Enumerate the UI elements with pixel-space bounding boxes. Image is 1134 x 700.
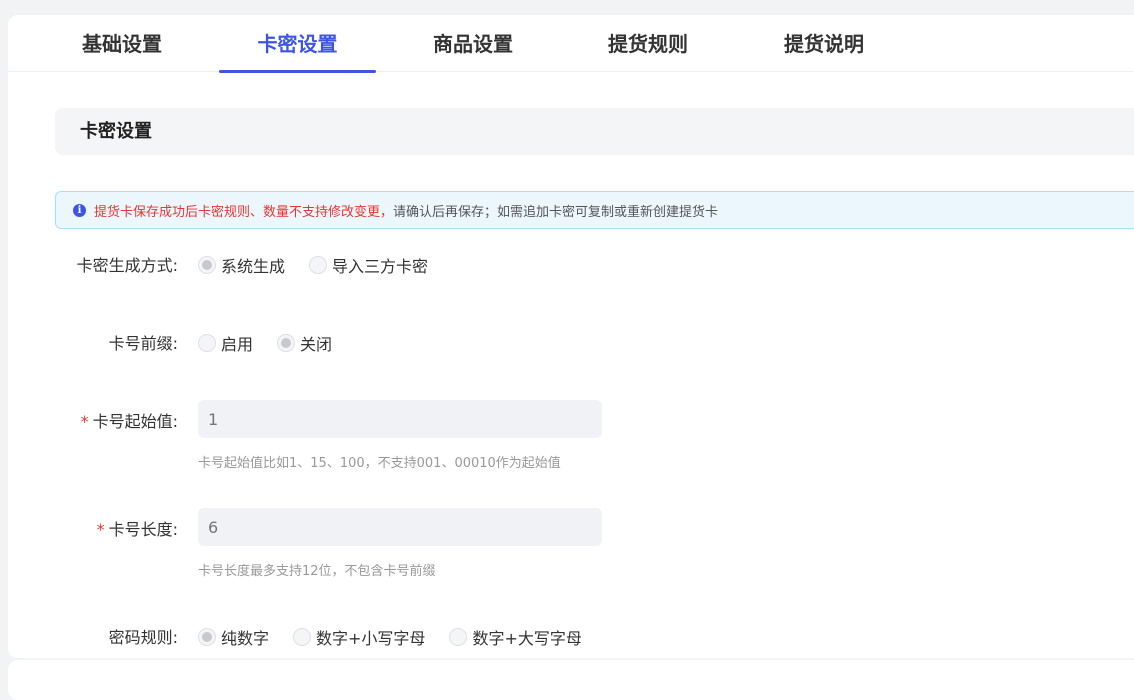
card-length-label-text: 卡号长度:: [108, 520, 178, 539]
tab-product-settings[interactable]: 商品设置: [395, 15, 551, 72]
radio-circle[interactable]: [198, 628, 216, 646]
card-length-hint: 卡号长度最多支持12位，不包含卡号前缀: [198, 564, 436, 579]
tab-pickup-rules[interactable]: 提货规则: [570, 15, 726, 72]
password-rule-group: 纯数字 数字+小写字母 数字+大写字母: [198, 625, 582, 649]
radio-digits-lowercase[interactable]: 数字+小写字母: [293, 625, 425, 649]
radio-system-generate[interactable]: 系统生成: [198, 253, 285, 277]
tab-card-secret-settings[interactable]: 卡密设置: [219, 15, 376, 73]
radio-circle[interactable]: [277, 334, 296, 352]
info-icon: i: [73, 203, 86, 217]
card-prefix-group: 启用 关闭: [198, 331, 332, 355]
radio-import-third-party[interactable]: 导入三方卡密: [309, 253, 428, 277]
alert-text: 请确认后再保存；如需追加卡密可复制或重新创建提货卡: [393, 204, 719, 220]
tab-bar: 基础设置 卡密设置 商品设置 提货规则 提货说明: [8, 15, 1134, 73]
start-value-label: * 卡号起始值:: [8, 408, 178, 432]
alert-warning-text: 提货卡保存成功后卡密规则、数量不支持修改变更，: [94, 204, 394, 220]
radio-label: 系统生成: [221, 257, 286, 276]
tab-pickup-instructions[interactable]: 提货说明: [746, 15, 902, 72]
info-alert: i 提货卡保存成功后卡密规则、数量不支持修改变更， 请确认后再保存；如需追加卡密…: [55, 191, 1134, 229]
generation-method-group: 系统生成 导入三方卡密: [198, 253, 428, 277]
radio-prefix-enable[interactable]: 启用: [198, 331, 253, 355]
start-value-input[interactable]: [198, 400, 602, 438]
radio-label: 启用: [221, 335, 254, 354]
radio-digits-uppercase[interactable]: 数字+大写字母: [449, 625, 582, 649]
required-mark: *: [80, 412, 89, 431]
main-card: 基础设置 卡密设置 商品设置 提货规则 提货说明 卡密设置 i 提货卡保存成功后…: [8, 15, 1134, 658]
tab-basic-settings[interactable]: 基础设置: [44, 15, 200, 72]
radio-circle[interactable]: [293, 628, 312, 646]
section-title: 卡密设置: [55, 108, 1134, 155]
card-length-label: * 卡号长度:: [8, 516, 178, 540]
radio-label: 导入三方卡密: [332, 257, 429, 276]
next-card: [8, 660, 1134, 700]
radio-label: 纯数字: [221, 629, 270, 648]
radio-label: 数字+小写字母: [316, 629, 426, 648]
required-mark: *: [96, 520, 105, 539]
radio-circle[interactable]: [198, 334, 216, 352]
start-value-label-text: 卡号起始值:: [92, 412, 178, 431]
radio-label: 关闭: [300, 335, 333, 354]
radio-circle[interactable]: [309, 256, 328, 274]
start-value-hint: 卡号起始值比如1、15、100，不支持001、00010作为起始值: [198, 456, 561, 471]
card-length-input[interactable]: [198, 508, 602, 546]
radio-digits-only[interactable]: 纯数字: [198, 625, 269, 649]
card-prefix-label: 卡号前缀:: [108, 334, 178, 353]
radio-circle[interactable]: [198, 256, 216, 274]
radio-label: 数字+大写字母: [472, 629, 582, 648]
radio-prefix-disable[interactable]: 关闭: [277, 331, 332, 355]
generation-method-label: 卡密生成方式:: [76, 256, 178, 275]
password-rule-label: 密码规则:: [108, 628, 178, 647]
radio-circle[interactable]: [449, 628, 468, 646]
